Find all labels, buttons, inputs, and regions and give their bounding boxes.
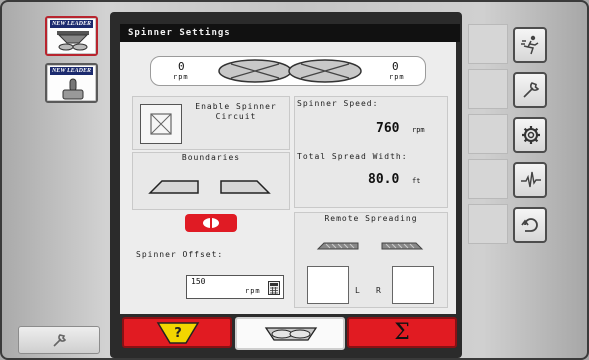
new-leader-logo: NEW LEADER bbox=[50, 67, 93, 75]
right-remote-box[interactable] bbox=[392, 266, 434, 304]
softkey-slot bbox=[468, 69, 508, 109]
svg-text:?: ? bbox=[174, 326, 182, 341]
page-title: Spinner Settings bbox=[120, 24, 460, 42]
joystick-app-tile[interactable]: NEW LEADER bbox=[45, 63, 98, 103]
spinner-discs-icon bbox=[218, 59, 362, 83]
right-boundary-icon[interactable] bbox=[219, 179, 271, 195]
wrench-icon bbox=[523, 82, 540, 98]
spinner-tab[interactable] bbox=[235, 317, 345, 350]
spinner-offset-input[interactable]: 150 rpm bbox=[186, 275, 284, 299]
left-remote-label: L bbox=[355, 286, 361, 295]
spinner-offset-label: Spinner Offset: bbox=[136, 250, 224, 259]
left-remote-spinner-icon bbox=[316, 242, 359, 250]
help-tab[interactable]: ? bbox=[122, 317, 232, 348]
right-spinner-unit: rpm bbox=[389, 73, 405, 81]
back-button[interactable] bbox=[513, 207, 547, 243]
joystick-app-icon bbox=[62, 78, 84, 100]
wrench-button[interactable] bbox=[513, 72, 547, 108]
right-remote-label: R bbox=[376, 286, 382, 295]
run-button[interactable] bbox=[513, 27, 547, 63]
spinner-status-bar: 0 rpm 0 rpm bbox=[150, 56, 426, 86]
totals-tab[interactable]: Σ bbox=[347, 317, 457, 348]
totals-sigma-icon: Σ bbox=[394, 320, 410, 345]
diagnostics-button[interactable] bbox=[513, 162, 547, 198]
help-bin-icon: ? bbox=[156, 322, 200, 344]
left-spinner-unit: rpm bbox=[173, 73, 189, 81]
new-leader-logo: NEW LEADER bbox=[50, 20, 93, 28]
spreader-app-icon bbox=[57, 31, 89, 51]
right-spinner-rpm: 0 bbox=[392, 60, 399, 73]
unchecked-box-icon bbox=[150, 113, 172, 135]
boundary-toggle-button[interactable] bbox=[185, 214, 237, 232]
boundary-spinner-icon bbox=[203, 218, 219, 228]
softkey-slot bbox=[468, 114, 508, 154]
enable-spinner-checkbox[interactable] bbox=[140, 104, 182, 144]
spinner-offset-unit: rpm bbox=[245, 287, 261, 295]
enable-spinner-label: Enable Spinner Circuit bbox=[195, 102, 277, 121]
gear-icon bbox=[522, 126, 540, 144]
back-icon bbox=[521, 218, 538, 232]
spread-width-value: 80.0 bbox=[368, 172, 400, 187]
spinner-speed-value: 760 bbox=[376, 121, 400, 136]
remote-spreading-label: Remote Spreading bbox=[324, 214, 418, 223]
diagnostics-icon bbox=[521, 171, 541, 188]
wrench-icon bbox=[53, 334, 67, 347]
softkey-slot bbox=[468, 204, 508, 244]
boundaries-label: Boundaries bbox=[181, 153, 241, 162]
keypad-icon bbox=[268, 281, 280, 295]
spread-width-label: Total Spread Width: bbox=[297, 152, 408, 161]
spinner-speed-label: Spinner Speed: bbox=[297, 99, 379, 108]
softkey-slot bbox=[468, 159, 508, 199]
left-boundary-icon[interactable] bbox=[148, 179, 200, 195]
settings-wrench-button[interactable] bbox=[18, 326, 100, 354]
spinner-offset-value: 150 bbox=[191, 277, 206, 286]
softkey-slot bbox=[468, 24, 508, 64]
gear-button[interactable] bbox=[513, 117, 547, 153]
run-icon bbox=[521, 35, 539, 55]
left-remote-box[interactable] bbox=[307, 266, 349, 304]
spread-width-unit: ft bbox=[412, 177, 421, 185]
spreader-app-tile[interactable]: NEW LEADER bbox=[45, 16, 98, 56]
right-remote-spinner-icon bbox=[381, 242, 424, 250]
spinner-icon bbox=[264, 327, 318, 341]
spinner-speed-unit: rpm bbox=[412, 126, 425, 134]
left-spinner-rpm: 0 bbox=[178, 60, 185, 73]
